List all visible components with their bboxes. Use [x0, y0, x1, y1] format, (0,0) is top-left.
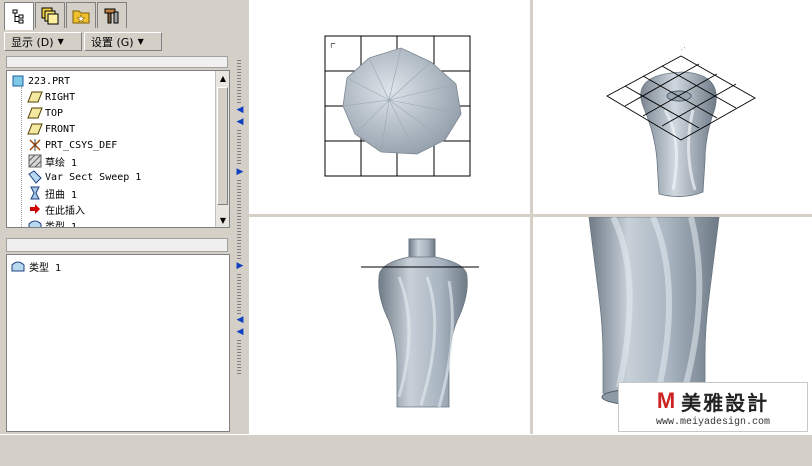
viewport-top-view[interactable]: ┌╴	[249, 0, 530, 214]
sash-grip[interactable]	[237, 180, 241, 260]
tree-item-label: PRT_CSYS_DEF	[45, 139, 118, 151]
settings-menu-button[interactable]: 设置 (G) ▼	[84, 32, 162, 51]
iso-view-render: ᐧ˙	[606, 47, 756, 197]
insert-here-arrow-icon	[27, 202, 43, 216]
scroll-thumb[interactable]	[217, 87, 228, 205]
settings-menu-label: 设置 (G)	[91, 35, 134, 49]
panel-sash[interactable]: ◀ ◀ ▶ ▶ ◀ ◀	[234, 0, 248, 434]
style-feature-icon	[27, 218, 43, 227]
tree-item-label: TOP	[45, 107, 64, 119]
tree-filter-field[interactable]	[6, 56, 228, 68]
folder-star-icon	[72, 10, 90, 23]
sash-grip[interactable]	[237, 60, 241, 104]
tree-item-label: Var Sect Sweep 1	[45, 171, 142, 183]
brand-logo-icon: M	[656, 388, 676, 413]
tree-item-front[interactable]: FRONT	[27, 121, 75, 137]
scroll-down-icon[interactable]: ▼	[216, 213, 229, 227]
lower-filter-field[interactable]	[6, 238, 228, 252]
layers-icon	[41, 7, 59, 24]
tree-item-label: 223.PRT	[28, 75, 71, 87]
tree-item-csys[interactable]: PRT_CSYS_DEF	[27, 137, 117, 153]
sketch-icon	[27, 154, 43, 168]
csys-marker: ᐧ˙	[681, 47, 686, 54]
watermark-logo: M 美雅設計 www.meiyadesign.com	[618, 382, 808, 432]
navigator-panel: 显示 (D) ▼ 设置 (G) ▼ 223.PRT RIGHT TOP FRON…	[0, 0, 233, 434]
collapse-left-icon[interactable]: ◀	[236, 118, 244, 127]
chevron-down-icon: ▼	[137, 37, 144, 46]
tab-layers[interactable]	[35, 2, 65, 28]
expand-right-icon[interactable]: ▶	[236, 168, 244, 177]
datum-plane-icon	[27, 122, 43, 136]
top-view-render: ┌╴	[324, 35, 471, 177]
chevron-down-icon: ▼	[57, 37, 64, 46]
collapse-left-icon[interactable]: ◀	[236, 106, 244, 115]
model-tree-icon	[12, 9, 24, 23]
datum-plane-icon	[27, 90, 43, 104]
tree-item-label: 类型 1	[45, 221, 78, 228]
sash-grip[interactable]	[237, 340, 241, 376]
tree-item-style[interactable]: 类型 1	[27, 217, 78, 228]
tree-toolbar: 显示 (D) ▼ 设置 (G) ▼	[4, 32, 230, 52]
list-item-label: 类型 1	[29, 262, 62, 274]
tree-item-var-sect-sweep[interactable]: Var Sect Sweep 1	[27, 169, 141, 185]
display-menu-button[interactable]: 显示 (D) ▼	[4, 32, 82, 51]
tree-item-twist[interactable]: 扭曲 1	[27, 185, 77, 201]
sash-grip[interactable]	[237, 274, 241, 314]
tree-guide-line	[21, 87, 22, 227]
tab-tools[interactable]	[97, 2, 127, 28]
tab-model-tree[interactable]	[4, 2, 34, 30]
tree-item-sketch[interactable]: 草绘 1	[27, 153, 77, 169]
tree-item-top[interactable]: TOP	[27, 105, 63, 121]
tree-item-label: 扭曲 1	[45, 189, 78, 201]
app-window: 显示 (D) ▼ 设置 (G) ▼ 223.PRT RIGHT TOP FRON…	[0, 0, 812, 466]
tree-item-part[interactable]: 223.PRT	[10, 73, 70, 89]
front-view-render	[361, 238, 479, 408]
collapse-left-icon[interactable]: ◀	[236, 316, 244, 325]
collapse-left-icon[interactable]: ◀	[236, 328, 244, 337]
csys-marker: ┌╴	[329, 40, 337, 48]
style-feature-icon	[11, 260, 29, 272]
coordinate-system-icon	[27, 138, 43, 152]
sweep-icon	[27, 170, 43, 184]
watermark-brand: 美雅設計	[681, 390, 770, 415]
bottle-front-body	[378, 256, 468, 408]
feature-detail-list[interactable]: 类型 1	[6, 254, 230, 432]
expand-right-icon[interactable]: ▶	[236, 262, 244, 271]
status-bar	[0, 434, 812, 466]
model-tree[interactable]: 223.PRT RIGHT TOP FRONT PRT_CSYS_DEF 草绘 …	[6, 70, 230, 228]
tree-item-label: 草绘 1	[45, 157, 78, 169]
part-icon	[10, 74, 26, 88]
list-item-style[interactable]: 类型 1	[11, 258, 61, 274]
tree-item-label: FRONT	[45, 123, 76, 135]
tree-item-label: RIGHT	[45, 91, 76, 103]
scroll-up-icon[interactable]: ▲	[216, 71, 229, 85]
tools-icon	[104, 8, 119, 23]
viewport-zoom-view[interactable]: M 美雅設計 www.meiyadesign.com	[533, 217, 812, 434]
display-menu-label: 显示 (D)	[11, 35, 54, 49]
viewport-isometric-view[interactable]: ᐧ˙	[533, 0, 812, 214]
tree-item-right[interactable]: RIGHT	[27, 89, 75, 105]
tab-folder[interactable]	[66, 2, 96, 28]
navigator-tabs	[4, 2, 127, 30]
watermark-url: www.meiyadesign.com	[655, 416, 771, 428]
tree-scrollbar[interactable]: ▲ ▼	[215, 71, 229, 227]
tree-item-insert-here[interactable]: 在此插入	[27, 201, 85, 217]
viewport-front-view[interactable]	[249, 217, 530, 434]
tree-item-label: 在此插入	[45, 205, 85, 217]
datum-plane-icon	[27, 106, 43, 120]
sash-grip[interactable]	[237, 130, 241, 166]
twist-icon	[27, 186, 43, 200]
